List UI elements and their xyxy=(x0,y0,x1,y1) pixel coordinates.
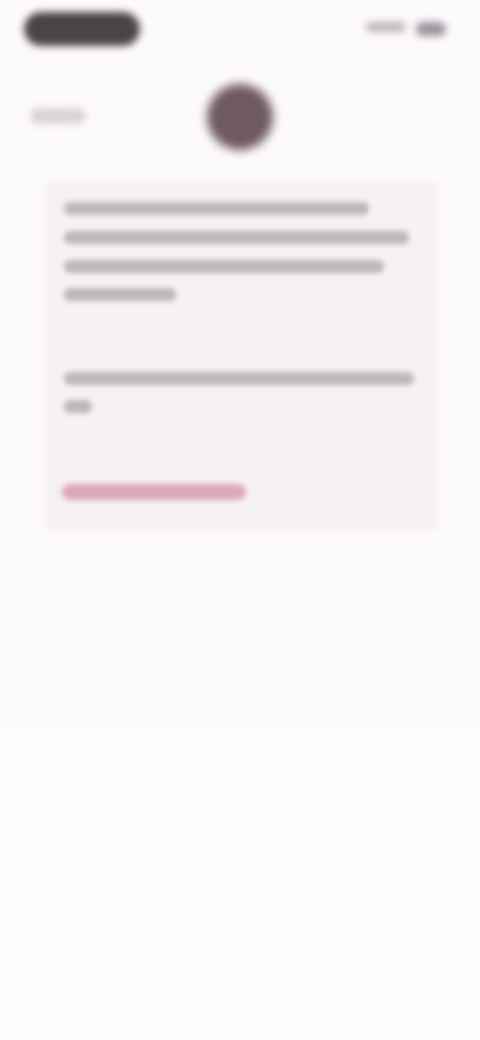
paragraph-1-line xyxy=(64,288,176,301)
empty-area xyxy=(0,560,480,1040)
status-pill xyxy=(24,12,140,46)
status-bar xyxy=(0,0,480,60)
paragraph-1-line xyxy=(64,202,369,215)
message-card xyxy=(46,180,438,532)
signal-icon xyxy=(366,22,406,32)
paragraph-2-line xyxy=(64,400,92,413)
battery-icon xyxy=(416,22,446,36)
avatar[interactable] xyxy=(207,84,273,150)
card-action-link[interactable] xyxy=(62,484,246,500)
status-icons xyxy=(366,22,446,36)
paragraph-2-line xyxy=(64,372,414,385)
divider xyxy=(60,440,424,441)
header xyxy=(0,80,480,160)
divider xyxy=(60,330,424,331)
back-button[interactable] xyxy=(30,108,86,124)
paragraph-1-line xyxy=(64,260,384,273)
paragraph-1-line xyxy=(64,231,409,244)
